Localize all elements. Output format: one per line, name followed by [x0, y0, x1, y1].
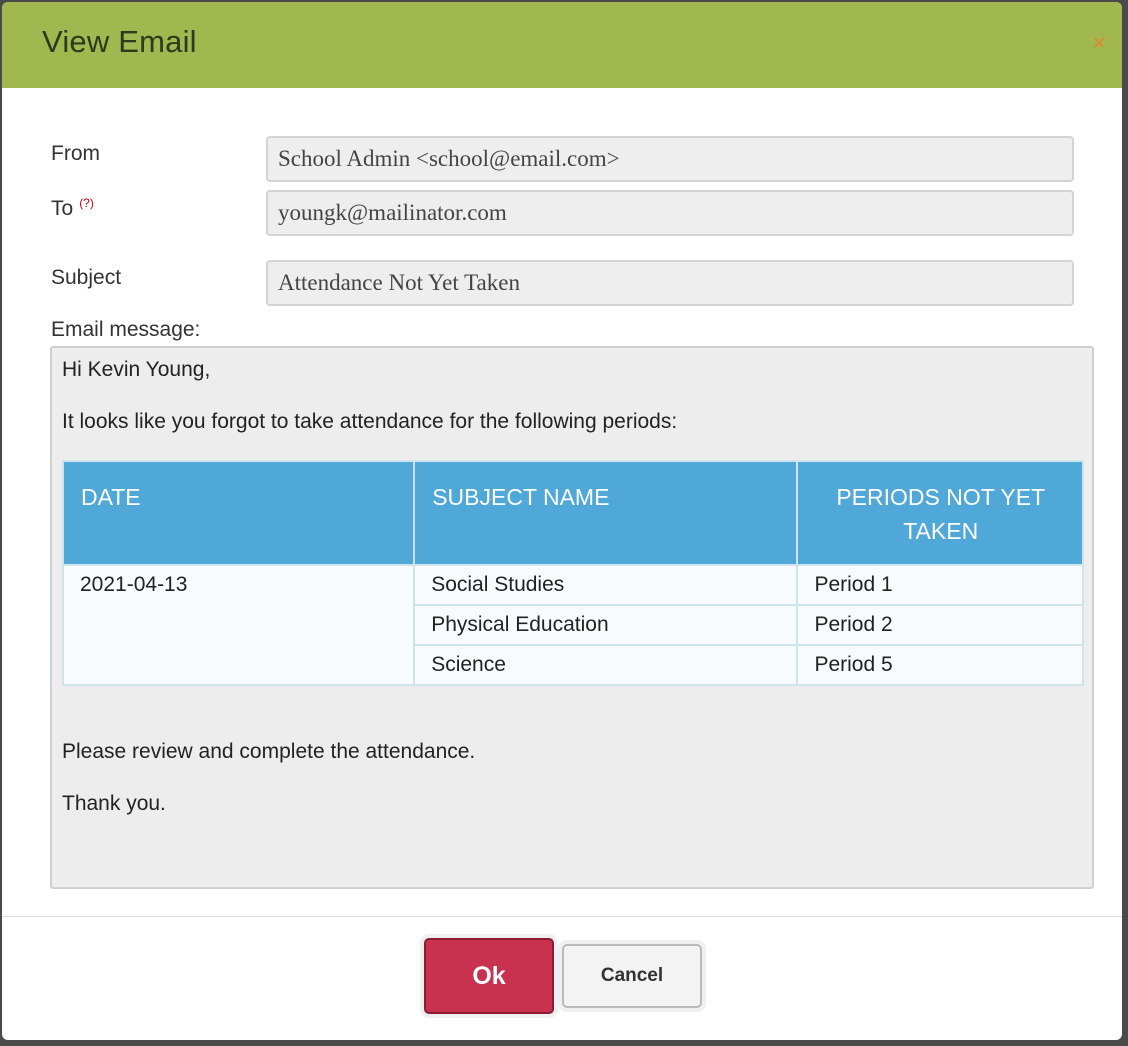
from-label: From: [51, 142, 100, 165]
message-label: Email message:: [51, 318, 201, 341]
header-subject: SUBJECT NAME: [413, 460, 799, 566]
message-signoff: Thank you.: [62, 792, 166, 815]
header-date: DATE: [61, 460, 416, 566]
cell-date: 2021-04-13: [61, 564, 416, 686]
dialog-header: View Email ×: [2, 2, 1122, 88]
table-header-row: DATE SUBJECT NAME PERIODS NOT YET TAKEN: [61, 460, 1084, 566]
message-closing: Please review and complete the attendanc…: [62, 740, 476, 763]
to-label: To: [51, 197, 74, 220]
to-field[interactable]: youngk@mailinator.com: [266, 190, 1074, 236]
footer-divider: [2, 916, 1122, 917]
close-icon[interactable]: ×: [1090, 32, 1108, 54]
header-periods: PERIODS NOT YET TAKEN: [796, 460, 1084, 566]
message-intro: It looks like you forgot to take attenda…: [62, 410, 678, 433]
cell-subject: Social Studies: [413, 564, 799, 606]
attendance-table: DATE SUBJECT NAME PERIODS NOT YET TAKEN …: [61, 460, 1084, 686]
subject-field[interactable]: Attendance Not Yet Taken: [266, 260, 1074, 306]
email-message-body[interactable]: Hi Kevin Young, It looks like you forgot…: [50, 346, 1094, 889]
from-field[interactable]: School Admin <school@email.com>: [266, 136, 1074, 182]
message-greeting: Hi Kevin Young,: [62, 358, 211, 381]
subject-label: Subject: [51, 266, 122, 289]
to-help-icon[interactable]: (?): [79, 196, 94, 210]
ok-button[interactable]: Ok: [424, 938, 554, 1014]
cell-subject: Science: [413, 644, 799, 686]
view-email-dialog: View Email × From School Admin <school@e…: [2, 2, 1122, 1040]
dialog-title: View Email: [42, 24, 197, 59]
cell-period: Period 1: [796, 564, 1084, 606]
table-row: 2021-04-13 Social Studies Period 1: [61, 564, 1084, 686]
cell-period: Period 2: [796, 604, 1084, 646]
cancel-button[interactable]: Cancel: [562, 944, 702, 1008]
cell-subject: Physical Education: [413, 604, 799, 646]
to-label-wrap: To (?): [51, 196, 94, 221]
cell-period: Period 5: [796, 644, 1084, 686]
